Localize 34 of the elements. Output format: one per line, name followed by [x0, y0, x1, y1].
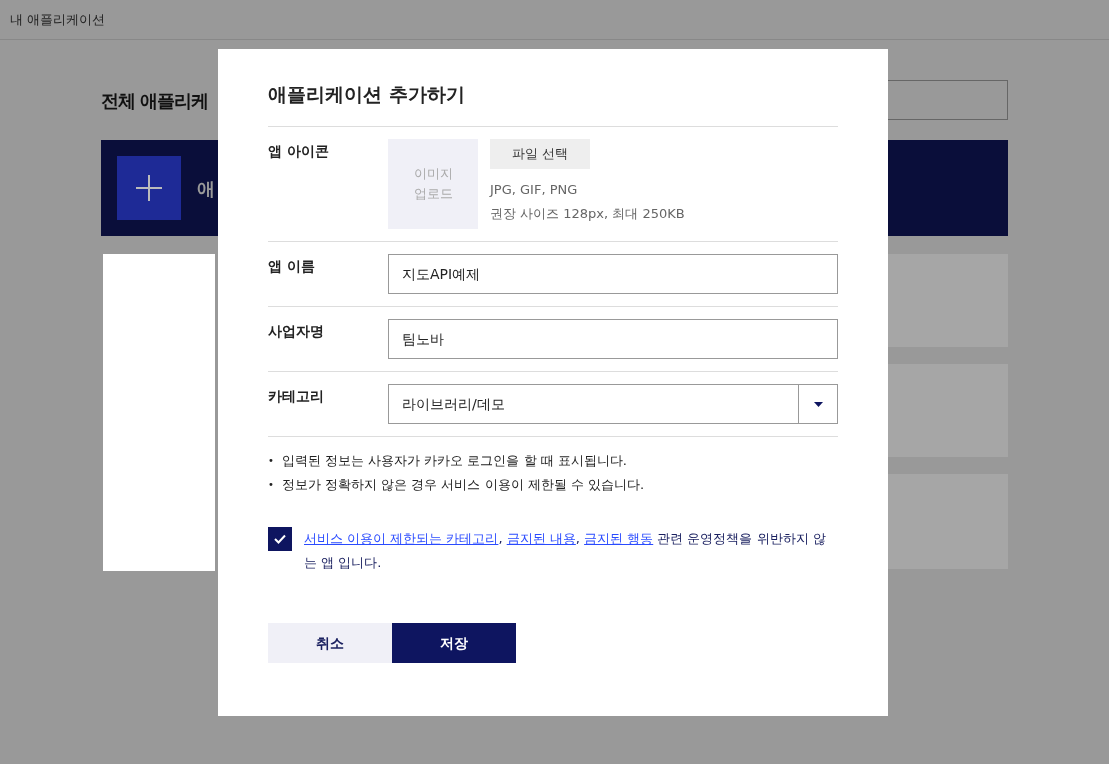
app-card[interactable]: [103, 254, 215, 571]
field-label: 앱 이름: [268, 257, 316, 276]
policy-link[interactable]: 금지된 내용: [506, 531, 576, 546]
upload-hint: 권장 사이즈 128px, 최대 250KB: [490, 205, 685, 223]
upload-hint: JPG, GIF, PNG: [490, 181, 579, 199]
add-app-label: 애: [197, 176, 215, 201]
file-select-button[interactable]: 파일 선택: [490, 139, 590, 169]
app-card[interactable]: [888, 474, 1008, 569]
plus-icon: [136, 175, 162, 201]
bullet-mark: •: [268, 478, 274, 492]
select-value: 라이브러리/데모: [401, 394, 506, 414]
text-input[interactable]: 팀노바: [388, 319, 838, 359]
text-input[interactable]: 지도API예제: [388, 254, 838, 294]
page-header-title: 내 애플리케이션: [10, 10, 106, 29]
info-note: 입력된 정보는 사용자가 카카오 로그인을 할 때 표시됩니다.: [281, 452, 627, 470]
app-card[interactable]: [888, 364, 1008, 457]
info-note: 정보가 정확하지 않은 경우 서비스 이용이 제한될 수 있습니다.: [281, 476, 645, 494]
policy-link[interactable]: 서비스 이용이 제한되는 카테고리: [304, 531, 499, 546]
policy-link[interactable]: 금지된 행동: [584, 531, 654, 546]
bullet-mark: •: [268, 454, 274, 468]
field-label: 앱 아이콘: [268, 142, 330, 161]
dropdown-caret-icon: [813, 401, 823, 407]
agreement-text: 서비스 이용이 제한되는 카테고리, 금지된 내용, 금지된 행동 관련 운영정책을 위반하지 않는 앱 입니다.: [304, 530, 827, 572]
modal-title: 애플리케이션 추가하기: [268, 79, 838, 127]
cancel-button[interactable]: 취소: [268, 623, 392, 663]
page-title: 전체 애플리케: [101, 88, 209, 113]
save-button[interactable]: 저장: [392, 623, 516, 663]
agreement-checkbox[interactable]: [268, 527, 292, 551]
checkmark-icon: [274, 534, 286, 544]
field-label: 사업자명: [268, 322, 325, 341]
plus-tile[interactable]: [117, 156, 181, 220]
app-card[interactable]: [888, 254, 1008, 347]
field-label: 카테고리: [268, 387, 325, 406]
category-select[interactable]: 라이브러리/데모: [388, 384, 838, 424]
